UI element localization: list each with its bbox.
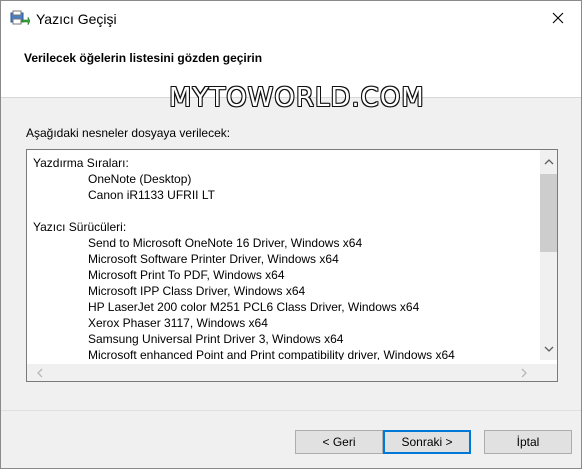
- page-title: Verilecek öğelerin listesini gözden geçi…: [24, 51, 263, 65]
- list-content: Yazdırma Sıraları: OneNote (Desktop) Can…: [27, 150, 537, 360]
- list-item: Microsoft Print To PDF, Windows x64: [88, 268, 285, 282]
- vertical-scrollbar[interactable]: [540, 150, 557, 360]
- title-bar[interactable]: Yazıcı Geçişi: [1, 1, 581, 38]
- list-item: Xerox Phaser 3117, Windows x64: [88, 316, 268, 330]
- list-item: Send to Microsoft OneNote 16 Driver, Win…: [88, 236, 363, 250]
- scrollbar-corner: [540, 364, 557, 381]
- close-icon: [552, 12, 564, 27]
- list-item: Samsung Universal Print Driver 3, Window…: [88, 332, 344, 346]
- list-item: Microsoft IPP Class Driver, Windows x64: [88, 284, 306, 298]
- close-button[interactable]: [535, 1, 581, 37]
- chevron-left-icon[interactable]: [31, 364, 48, 381]
- section-title-printer-drivers: Yazıcı Sürücüleri:: [33, 220, 127, 234]
- watermark: MYTOWORLD.COM: [169, 83, 425, 113]
- chevron-right-icon[interactable]: [515, 364, 532, 381]
- back-button[interactable]: < Geri: [295, 430, 383, 454]
- window-title: Yazıcı Geçişi: [36, 11, 117, 27]
- section-title-print-queues: Yazdırma Sıraları:: [33, 156, 129, 170]
- vertical-scroll-thumb[interactable]: [540, 174, 557, 252]
- chevron-up-icon[interactable]: [540, 153, 557, 170]
- horizontal-scrollbar[interactable]: [27, 364, 557, 381]
- export-items-list[interactable]: Yazdırma Sıraları: OneNote (Desktop) Can…: [26, 149, 558, 382]
- list-item: HP LaserJet 200 color M251 PCL6 Class Dr…: [88, 300, 420, 314]
- cancel-button[interactable]: İptal: [484, 430, 572, 454]
- next-button[interactable]: Sonraki >: [383, 430, 471, 454]
- divider: [1, 410, 581, 411]
- list-item: Microsoft enhanced Point and Print compa…: [88, 348, 455, 360]
- list-item: OneNote (Desktop): [88, 172, 192, 186]
- list-item: Canon iR1133 UFRII LT: [88, 188, 215, 202]
- description-label: Aşağıdaki nesneler dosyaya verilecek:: [26, 126, 231, 140]
- printer-migration-icon: [10, 10, 31, 28]
- printer-migration-dialog: Yazıcı Geçişi Verilecek öğelerin listesi…: [0, 0, 582, 469]
- chevron-down-icon[interactable]: [540, 340, 557, 357]
- list-item: Microsoft Software Printer Driver, Windo…: [88, 252, 339, 266]
